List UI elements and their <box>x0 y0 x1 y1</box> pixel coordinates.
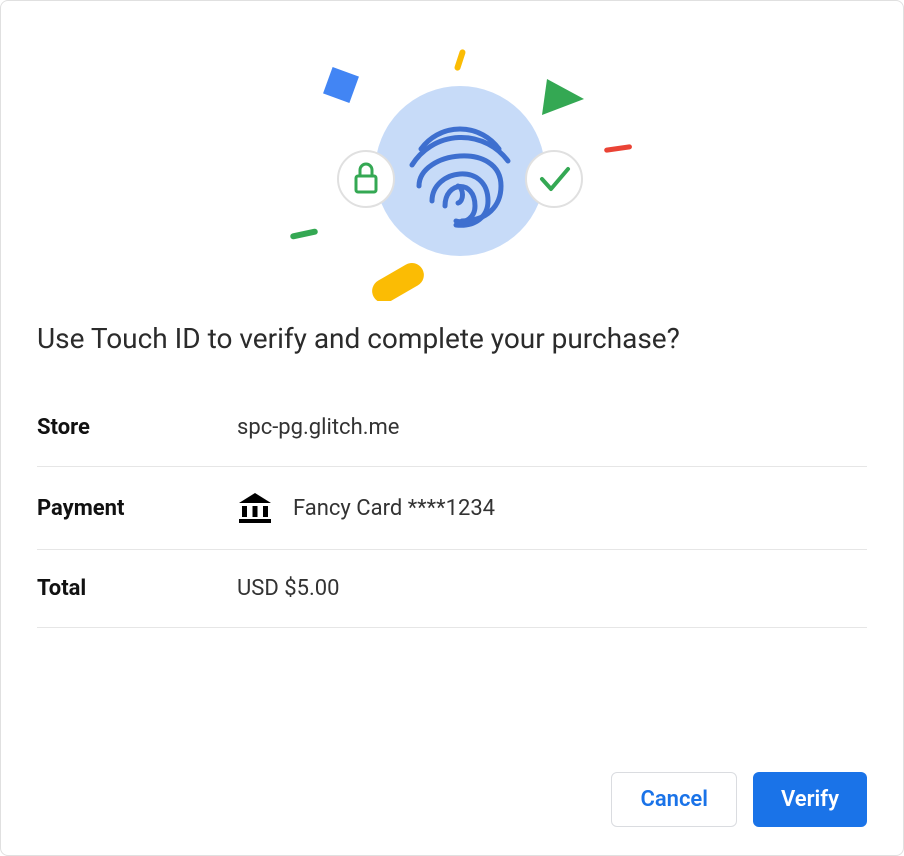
store-value: spc-pg.glitch.me <box>237 415 399 440</box>
total-label: Total <box>37 576 237 601</box>
dialog-prompt: Use Touch ID to verify and complete your… <box>1 321 903 389</box>
bank-icon <box>237 493 273 523</box>
button-bar: Cancel Verify <box>1 744 903 855</box>
payment-value-text: Fancy Card ****1234 <box>293 496 495 521</box>
verify-button[interactable]: Verify <box>753 772 867 827</box>
total-value: USD $5.00 <box>237 576 339 601</box>
payment-confirmation-dialog: Use Touch ID to verify and complete your… <box>0 0 904 856</box>
store-label: Store <box>37 415 237 440</box>
store-row: Store spc-pg.glitch.me <box>37 389 867 467</box>
payment-value: Fancy Card ****1234 <box>237 493 495 523</box>
purchase-details: Store spc-pg.glitch.me Payment Fancy Car… <box>1 389 903 628</box>
payment-row: Payment Fancy Card ****1234 <box>37 467 867 550</box>
cancel-button[interactable]: Cancel <box>611 772 737 827</box>
total-row: Total USD $5.00 <box>37 550 867 628</box>
payment-label: Payment <box>37 496 237 521</box>
fingerprint-illustration <box>242 21 662 301</box>
illustration-area <box>1 1 903 321</box>
